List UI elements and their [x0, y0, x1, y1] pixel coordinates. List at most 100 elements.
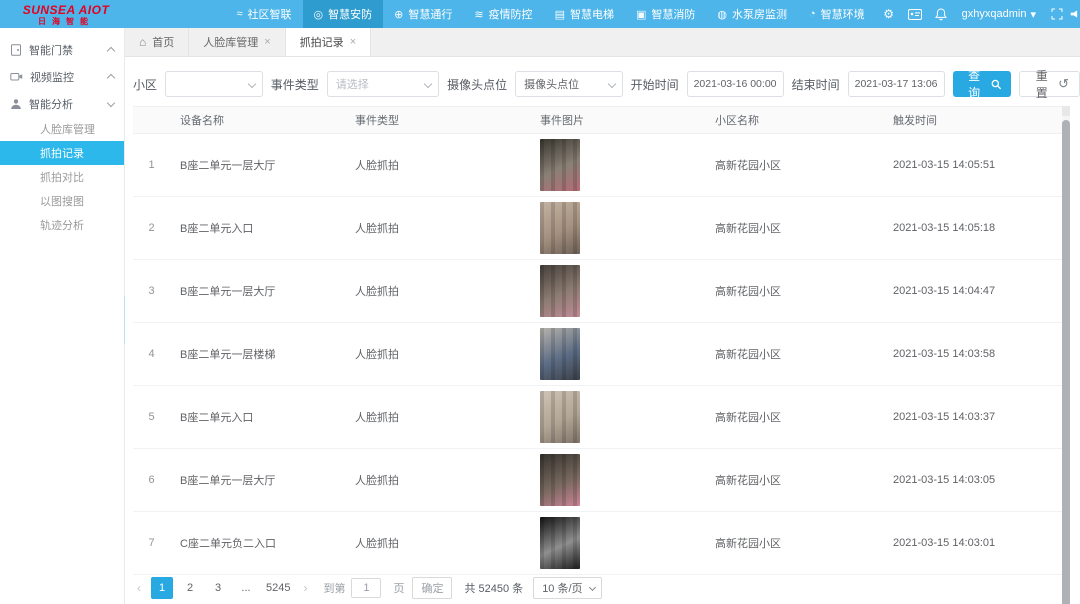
tab-label: 人脸库管理 — [203, 34, 258, 50]
tab-face-library[interactable]: 人脸库管理 × — [189, 28, 285, 56]
epidemic-control-icon: ≋ — [474, 8, 483, 21]
page-button-last[interactable]: 5245 — [263, 577, 293, 599]
page-size-value: 10 条/页 — [542, 580, 582, 596]
sidebar-item-label: 人脸库管理 — [40, 121, 95, 137]
row-index: 4 — [133, 323, 170, 385]
event-image-cell — [530, 512, 705, 574]
event-image-cell — [530, 323, 705, 385]
page-suffix-label: 页 — [393, 580, 404, 596]
smart-environment-icon: ◔ — [809, 8, 816, 20]
table-row[interactable]: 4 B座二单元一层楼梯 人脸抓拍 高新花园小区 2021-03-15 14:03… — [133, 323, 1062, 386]
table-row[interactable]: 2 B座二单元入口 人脸抓拍 高新花园小区 2021-03-15 14:05:1… — [133, 197, 1062, 260]
app-window: SUNSEA AIOT 日海智能 ≈ 社区智联 ◎ 智慧安防 ⊕ 智慧通行 ≋ … — [0, 0, 1080, 604]
prev-page-button[interactable]: ‹ — [133, 581, 145, 595]
sidebar-group-label: 智能分析 — [29, 96, 101, 112]
filter-bar: 小区 事件类型 请选择 摄像头点位 摄像头点位 开始时间 结束时间 查询 — [125, 58, 1080, 98]
close-icon[interactable]: × — [350, 36, 356, 48]
scrollbar-up-arrow[interactable] — [1062, 106, 1070, 116]
nav-item-pump-room-monitor[interactable]: ◍ 水泵房监测 — [706, 0, 798, 28]
trigger-time-cell: 2021-03-15 14:03:37 — [883, 386, 1062, 448]
next-page-button[interactable]: › — [299, 581, 311, 595]
event-type-select[interactable]: 请选择 — [327, 71, 439, 97]
community-select[interactable] — [165, 71, 263, 97]
bell-icon[interactable] — [928, 0, 954, 28]
event-image[interactable] — [540, 454, 580, 506]
goto-page-input[interactable] — [351, 578, 381, 598]
community-column-header: 小区名称 — [705, 112, 883, 128]
sidebar-group-video-monitor[interactable]: 视频监控 — [0, 63, 124, 90]
megaphone-icon[interactable] — [1070, 0, 1080, 28]
trigger-time-cell: 2021-03-15 14:03:01 — [883, 512, 1062, 574]
table-row[interactable]: 5 B座二单元入口 人脸抓拍 高新花园小区 2021-03-15 14:03:3… — [133, 386, 1062, 449]
end-time-input[interactable] — [848, 71, 945, 97]
nav-item-smart-environment[interactable]: ◔ 智慧环境 — [798, 0, 876, 28]
id-card-icon[interactable] — [902, 0, 928, 28]
row-index: 3 — [133, 260, 170, 322]
event-type-cell: 人脸抓拍 — [345, 134, 530, 196]
confirm-button[interactable]: 确定 — [412, 577, 452, 599]
end-time-label: 结束时间 — [792, 76, 840, 93]
nav-item-community-iot[interactable]: ≈ 社区智联 — [225, 0, 302, 28]
sidebar-item-image-search[interactable]: 以图搜图 — [0, 189, 124, 213]
fullscreen-icon[interactable] — [1044, 0, 1070, 28]
main-content: 小区 事件类型 请选择 摄像头点位 摄像头点位 开始时间 结束时间 查询 — [125, 58, 1080, 604]
scrollbar-thumb[interactable] — [1062, 120, 1070, 604]
table-row[interactable]: 1 B座二单元一层大厅 人脸抓拍 高新花园小区 2021-03-15 14:05… — [133, 134, 1062, 197]
event-image[interactable] — [540, 517, 580, 569]
row-index: 7 — [133, 512, 170, 574]
user-menu[interactable]: gxhyxqadmin ▾ — [954, 8, 1044, 21]
table-row[interactable]: 3 B座二单元一层大厅 人脸抓拍 高新花园小区 2021-03-15 14:04… — [133, 260, 1062, 323]
table-row[interactable]: 6 B座二单元一层大厅 人脸抓拍 高新花园小区 2021-03-15 14:03… — [133, 449, 1062, 512]
sidebar-item-trajectory-analysis[interactable]: 轨迹分析 — [0, 213, 124, 237]
community-cell: 高新花园小区 — [705, 260, 883, 322]
community-cell: 高新花园小区 — [705, 323, 883, 385]
start-time-input[interactable] — [687, 71, 784, 97]
sidebar-group-door-access[interactable]: 智能门禁 — [0, 36, 124, 63]
page-ellipsis[interactable]: ... — [235, 577, 257, 599]
query-button[interactable]: 查询 — [953, 71, 1012, 97]
camera-select[interactable]: 摄像头点位 — [515, 71, 622, 97]
brand-logo: SUNSEA AIOT 日海智能 — [0, 2, 132, 26]
tab-capture-records[interactable]: 抓拍记录 × — [286, 28, 371, 56]
tab-home[interactable]: ⌂ 首页 — [125, 28, 189, 56]
nav-item-smart-fire[interactable]: ▣ 智慧消防 — [625, 0, 706, 28]
nav-label: 智慧电梯 — [570, 6, 614, 22]
nav-label: 疫情防控 — [489, 6, 533, 22]
camera-select-value: 摄像头点位 — [524, 76, 579, 92]
row-index: 5 — [133, 386, 170, 448]
nav-label: 水泵房监测 — [732, 6, 787, 22]
event-image[interactable] — [540, 139, 580, 191]
nav-item-smart-security[interactable]: ◎ 智慧安防 — [303, 0, 384, 28]
sidebar-group-smart-analysis[interactable]: 智能分析 — [0, 90, 124, 117]
event-image-cell — [530, 260, 705, 322]
event-image[interactable] — [540, 265, 580, 317]
sidebar-group-label: 智能门禁 — [29, 42, 101, 58]
event-type-cell: 人脸抓拍 — [345, 323, 530, 385]
event-image[interactable] — [540, 328, 580, 380]
sidebar-item-capture-compare[interactable]: 抓拍对比 — [0, 165, 124, 189]
nav-item-smart-elevator[interactable]: ▤ 智慧电梯 — [544, 0, 625, 28]
page-size-select[interactable]: 10 条/页 — [533, 577, 601, 599]
page-button-1[interactable]: 1 — [151, 577, 173, 599]
sidebar-item-label: 以图搜图 — [40, 193, 84, 209]
page-button-3[interactable]: 3 — [207, 577, 229, 599]
page-button-2[interactable]: 2 — [179, 577, 201, 599]
table-row[interactable]: 7 C座二单元负二入口 人脸抓拍 高新花园小区 2021-03-15 14:03… — [133, 512, 1062, 575]
trigger-time-cell: 2021-03-15 14:03:58 — [883, 323, 1062, 385]
device-name-cell: B座二单元一层大厅 — [170, 260, 345, 322]
close-icon[interactable]: × — [264, 36, 270, 48]
event-image-column-header: 事件图片 — [530, 112, 705, 128]
vertical-scrollbar[interactable] — [1062, 106, 1070, 604]
brand-logo-line1: SUNSEA AIOT — [0, 4, 132, 16]
sidebar-group-label: 视频监控 — [30, 69, 101, 85]
sidebar-item-capture-records[interactable]: 抓拍记录 — [0, 141, 124, 165]
sidebar-item-face-library[interactable]: 人脸库管理 — [0, 117, 124, 141]
smart-access-icon: ⊕ — [394, 8, 403, 21]
event-image[interactable] — [540, 391, 580, 443]
nav-item-epidemic-control[interactable]: ≋ 疫情防控 — [463, 0, 543, 28]
nav-item-smart-access[interactable]: ⊕ 智慧通行 — [383, 0, 463, 28]
chevron-down-icon — [248, 80, 256, 88]
gear-icon[interactable]: ⚙ — [876, 0, 902, 28]
reset-button[interactable]: 重置 ↺ — [1019, 71, 1080, 97]
event-image[interactable] — [540, 202, 580, 254]
